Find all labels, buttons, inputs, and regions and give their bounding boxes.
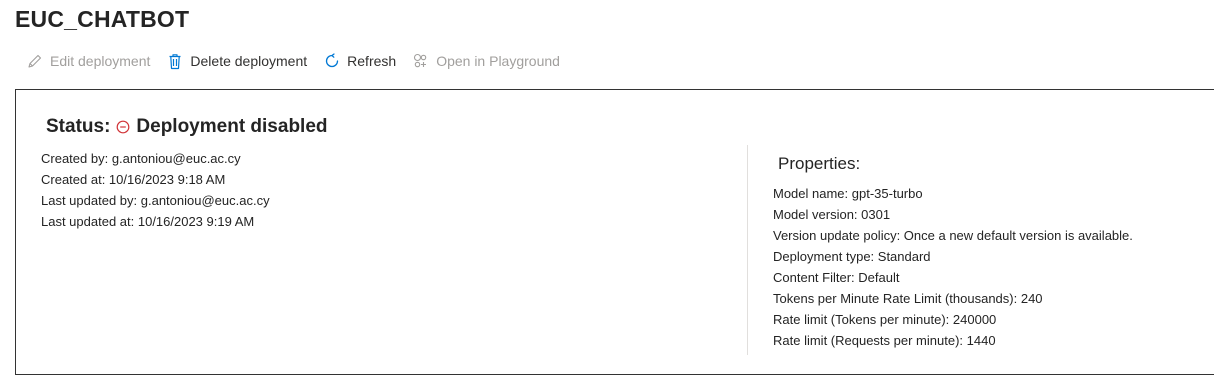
last-updated-by: Last updated by: g.antoniou@euc.ac.cy: [41, 193, 270, 208]
property-model-version: Model version: 0301: [773, 207, 891, 222]
refresh-icon: [323, 52, 341, 70]
property-rate-limit-requests: Rate limit (Requests per minute): 1440: [773, 333, 996, 348]
property-version-update-policy: Version update policy: Once a new defaul…: [773, 228, 1133, 243]
property-content-filter: Content Filter: Default: [773, 270, 900, 285]
trash-icon: [166, 52, 184, 70]
deployment-meta: Created by: g.antoniou@euc.ac.cy Created…: [41, 148, 270, 232]
playground-icon: [412, 52, 430, 70]
created-by: Created by: g.antoniou@euc.ac.cy: [41, 151, 241, 166]
refresh-button[interactable]: Refresh: [323, 52, 396, 70]
status-line: Status: Deployment disabled: [46, 116, 328, 138]
pencil-icon: [26, 52, 44, 70]
edit-deployment-button[interactable]: Edit deployment: [26, 52, 150, 70]
properties-list: Model name: gpt-35-turbo Model version: …: [773, 183, 1133, 351]
property-tpm-limit: Tokens per Minute Rate Limit (thousands)…: [773, 291, 1043, 306]
open-in-playground-label: Open in Playground: [436, 53, 560, 69]
toolbar: Edit deployment Delete deployment Refres…: [26, 52, 576, 70]
property-deployment-type: Deployment type: Standard: [773, 249, 931, 264]
created-at: Created at: 10/16/2023 9:18 AM: [41, 172, 226, 187]
minus-circle-icon: [116, 120, 130, 134]
status-label: Status:: [46, 116, 111, 137]
edit-deployment-label: Edit deployment: [50, 53, 151, 69]
deployment-details-panel: Status: Deployment disabled Created by: …: [15, 89, 1214, 375]
open-in-playground-button[interactable]: Open in Playground: [412, 52, 560, 70]
section-divider: [747, 145, 748, 355]
properties-title: Properties:: [778, 154, 861, 173]
delete-deployment-button[interactable]: Delete deployment: [166, 52, 307, 70]
delete-deployment-label: Delete deployment: [190, 53, 308, 69]
page-title: EUC_CHATBOT: [15, 6, 190, 32]
last-updated-at: Last updated at: 10/16/2023 9:19 AM: [41, 214, 255, 229]
refresh-label: Refresh: [347, 53, 397, 69]
status-value: Deployment disabled: [136, 116, 328, 137]
property-model-name: Model name: gpt-35-turbo: [773, 186, 923, 201]
property-rate-limit-tokens: Rate limit (Tokens per minute): 240000: [773, 312, 997, 327]
